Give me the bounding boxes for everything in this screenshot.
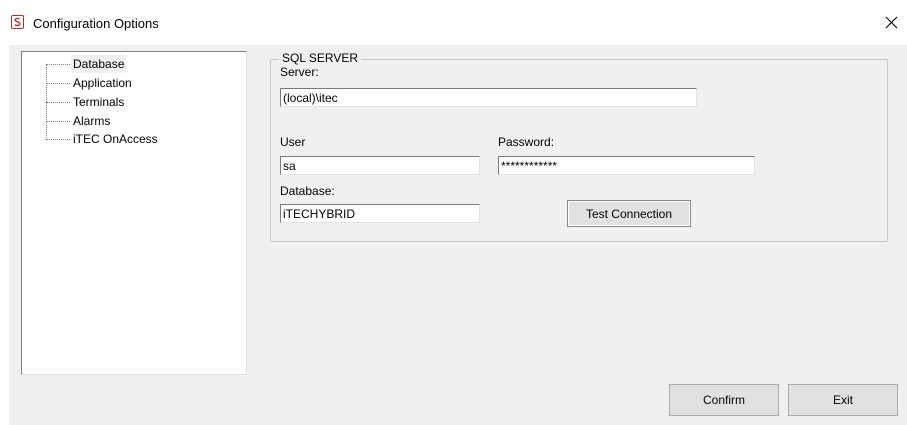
tree-branch (46, 83, 70, 84)
password-input[interactable] (498, 156, 755, 175)
tree-branch (46, 64, 70, 65)
server-input[interactable] (280, 88, 697, 107)
tree-connector-line (46, 64, 47, 138)
sql-server-groupbox: SQL SERVER Server: User Password: Databa… (270, 51, 888, 242)
app-icon (11, 15, 24, 29)
tree-item-label: Alarms (73, 114, 111, 128)
user-input[interactable] (280, 156, 480, 175)
user-label: User (280, 135, 306, 149)
dialog-body: Database Application Terminals Alarms iT… (9, 45, 907, 425)
options-tree[interactable]: Database Application Terminals Alarms iT… (21, 51, 247, 375)
close-icon[interactable] (882, 13, 902, 33)
exit-button[interactable]: Exit (788, 384, 898, 416)
database-input[interactable] (280, 204, 480, 223)
title-bar: Configuration Options (0, 0, 907, 45)
database-label: Database: (280, 184, 335, 198)
tree-branch (46, 121, 70, 122)
server-label: Server: (280, 65, 319, 79)
window-title: Configuration Options (33, 16, 159, 31)
group-title: SQL SERVER (279, 51, 362, 65)
tree-branch (46, 102, 70, 103)
tree-branch (46, 139, 70, 140)
tree-item-label: iTEC OnAccess (73, 132, 158, 146)
confirm-button[interactable]: Confirm (669, 384, 779, 416)
tree-item-label: Terminals (73, 95, 125, 109)
test-connection-button[interactable]: Test Connection (567, 200, 691, 227)
password-label: Password: (498, 135, 555, 149)
tree-item-label: Database (71, 55, 127, 73)
tree-item-label: Application (73, 76, 132, 90)
